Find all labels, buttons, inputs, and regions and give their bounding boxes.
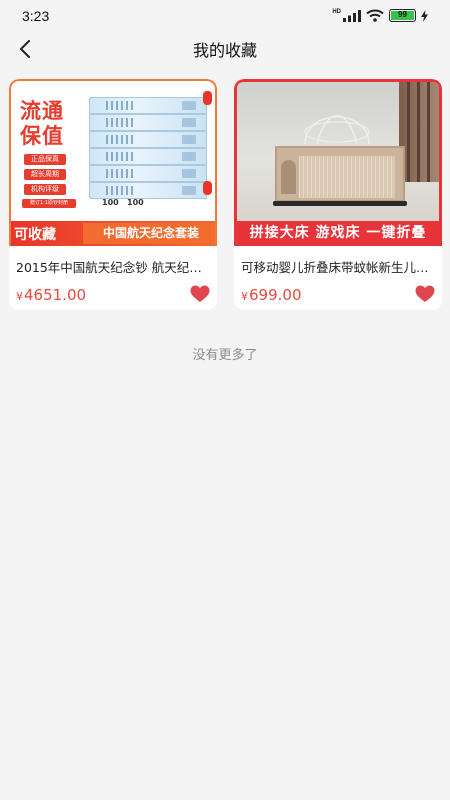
favorite-card[interactable]: 流通 保值 正品保真 超长周期 机构评级 赠订1:1原钞封册 100 100 可… xyxy=(9,79,217,310)
heart-icon xyxy=(190,285,210,302)
charging-icon xyxy=(421,9,428,22)
no-more-text: 没有更多了 xyxy=(192,348,258,363)
price-value: 699.00 xyxy=(249,286,302,304)
bed-frame xyxy=(275,146,405,202)
price-value: 4651.00 xyxy=(24,286,87,304)
window-background xyxy=(399,82,439,182)
lantern-decoration xyxy=(203,181,212,195)
product-image[interactable]: 流通 保值 正品保真 超长周期 机构评级 赠订1:1原钞封册 100 100 可… xyxy=(9,79,217,246)
battery-level: 99 xyxy=(398,10,407,19)
favorite-card[interactable]: 拼接大床 游戏床 一键折叠 可移动婴儿折叠床带蚊帐新生儿游戏床拼接大床 ¥699… xyxy=(234,79,442,310)
signal-icon xyxy=(343,9,361,22)
wifi-icon xyxy=(366,9,384,22)
page-title: 我的收藏 xyxy=(192,41,257,60)
product-photo xyxy=(237,82,439,221)
unfavorite-button[interactable] xyxy=(415,285,435,303)
banknote xyxy=(89,148,207,165)
image-tag: 机构评级 xyxy=(24,184,66,195)
banknote xyxy=(89,182,207,199)
image-small-tag: 赠订1:1原钞封册 xyxy=(22,199,76,208)
product-title[interactable]: 可移动婴儿折叠床带蚊帐新生儿游戏床拼接大床 xyxy=(241,257,435,276)
product-price: ¥699.00 xyxy=(241,286,302,304)
image-slogan-line: 流通 xyxy=(20,99,64,123)
image-banner: 可收藏 中国航天纪念套装 xyxy=(11,221,215,246)
image-banner-right: 中国航天纪念套装 xyxy=(83,223,215,244)
bed-mesh xyxy=(299,156,395,198)
product-title[interactable]: 2015年中国航天纪念钞 航天纪念钞十连号 整版 xyxy=(16,257,210,276)
image-slogan-line: 保值 xyxy=(20,124,64,148)
banknote xyxy=(89,97,207,114)
image-banner: 拼接大床 游戏床 一键折叠 xyxy=(249,225,427,241)
banknote xyxy=(89,165,207,182)
banknote-stack: 100 100 xyxy=(89,97,207,213)
currency-symbol: ¥ xyxy=(16,290,23,303)
banknote xyxy=(89,131,207,148)
status-time: 3:23 xyxy=(22,8,50,24)
baby-bed xyxy=(273,140,407,206)
image-slogan: 流通 保值 xyxy=(20,99,64,149)
network-label: HD xyxy=(332,9,341,15)
bed-legs xyxy=(273,201,407,206)
product-image[interactable]: 拼接大床 游戏床 一键折叠 xyxy=(234,79,442,246)
banknote-denomination: 100 xyxy=(127,198,144,207)
battery-icon: 99 xyxy=(389,9,416,22)
bed-door xyxy=(281,160,296,194)
image-tag: 超长周期 xyxy=(24,169,66,180)
banknote xyxy=(89,114,207,131)
lantern-decoration xyxy=(203,91,212,105)
image-banner-left: 可收藏 xyxy=(14,227,56,243)
nav-bar: 我的收藏 xyxy=(0,28,450,68)
heart-icon xyxy=(415,285,435,302)
image-tag: 正品保真 xyxy=(24,154,66,165)
product-price: ¥4651.00 xyxy=(16,286,86,304)
currency-symbol: ¥ xyxy=(241,290,248,303)
unfavorite-button[interactable] xyxy=(190,285,210,303)
banknote-denomination: 100 xyxy=(102,198,119,207)
image-tag-list: 正品保真 超长周期 机构评级 xyxy=(24,154,66,199)
status-icons: HD 99 xyxy=(332,9,428,22)
